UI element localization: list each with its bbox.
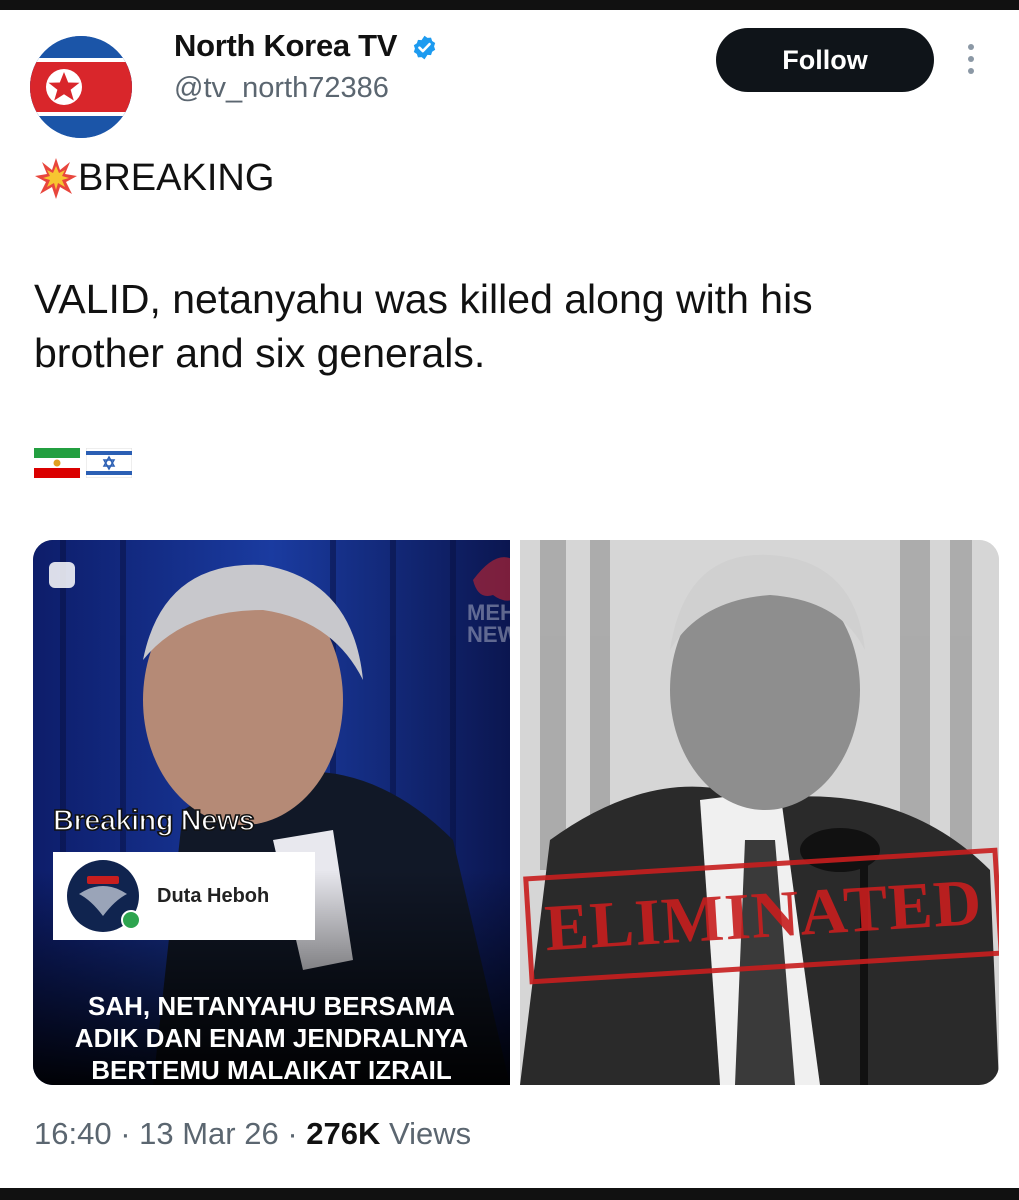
media-grid[interactable]: MEHR NEWS Breaking News Duta Heboh SAH, … bbox=[33, 540, 999, 1085]
more-vertical-icon[interactable] bbox=[960, 40, 982, 84]
meta-separator: · bbox=[287, 1116, 307, 1151]
display-name[interactable]: North Korea TV bbox=[174, 28, 438, 64]
flag-emojis bbox=[34, 448, 132, 478]
tweet-body-line: brother and six generals. bbox=[34, 330, 486, 376]
duta-heboh-logo bbox=[67, 860, 141, 932]
meta-separator: · bbox=[120, 1116, 140, 1151]
caption-line: BERTEMU MALAIKAT IZRAIL bbox=[91, 1055, 452, 1085]
tweet-time[interactable]: 16:40 bbox=[34, 1116, 112, 1151]
north-korea-flag-icon bbox=[30, 36, 132, 138]
tweet-body-line: VALID, netanyahu was killed along with h… bbox=[34, 276, 813, 322]
media-image-right[interactable]: ELIMINATED bbox=[520, 540, 999, 1085]
breaking-news-label: Breaking News bbox=[52, 804, 256, 838]
tweet-card: North Korea TV @tv_north72386 Follow BRE… bbox=[0, 10, 1019, 1188]
iran-lion-and-sun-flag-icon bbox=[34, 448, 80, 478]
caption-line: ADIK DAN ENAM JENDRALNYA bbox=[74, 1023, 469, 1053]
verified-badge-icon bbox=[414, 36, 436, 60]
source-box: Duta Heboh bbox=[53, 852, 315, 940]
views-count[interactable]: 276K bbox=[306, 1116, 380, 1151]
photo-right bbox=[520, 540, 999, 1085]
follow-button[interactable]: Follow bbox=[716, 28, 934, 92]
tweet-body: VALID, netanyahu was killed along with h… bbox=[34, 272, 934, 380]
image-caption: SAH, NETANYAHU BERSAMA ADIK DAN ENAM JEN… bbox=[33, 990, 510, 1085]
avatar[interactable] bbox=[30, 36, 132, 138]
caption-line: SAH, NETANYAHU BERSAMA bbox=[88, 991, 455, 1021]
tweet-date[interactable]: 13 Mar 26 bbox=[139, 1116, 279, 1151]
eagle-emblem-icon bbox=[69, 862, 137, 930]
source-name: Duta Heboh bbox=[157, 884, 270, 907]
collision-emoji bbox=[35, 158, 77, 199]
views-label: Views bbox=[389, 1116, 472, 1151]
breaking-label: BREAKING bbox=[78, 156, 275, 199]
israel-flag-icon bbox=[86, 448, 132, 478]
tweet-meta: 16:40 · 13 Mar 26 · 276K Views bbox=[34, 1116, 471, 1152]
watermark-text: MEHR NEWS bbox=[467, 600, 510, 647]
media-image-left[interactable]: MEHR NEWS Breaking News Duta Heboh SAH, … bbox=[33, 540, 510, 1085]
breaking-line: BREAKING bbox=[34, 156, 274, 200]
account-handle[interactable]: @tv_north72386 bbox=[174, 72, 389, 105]
